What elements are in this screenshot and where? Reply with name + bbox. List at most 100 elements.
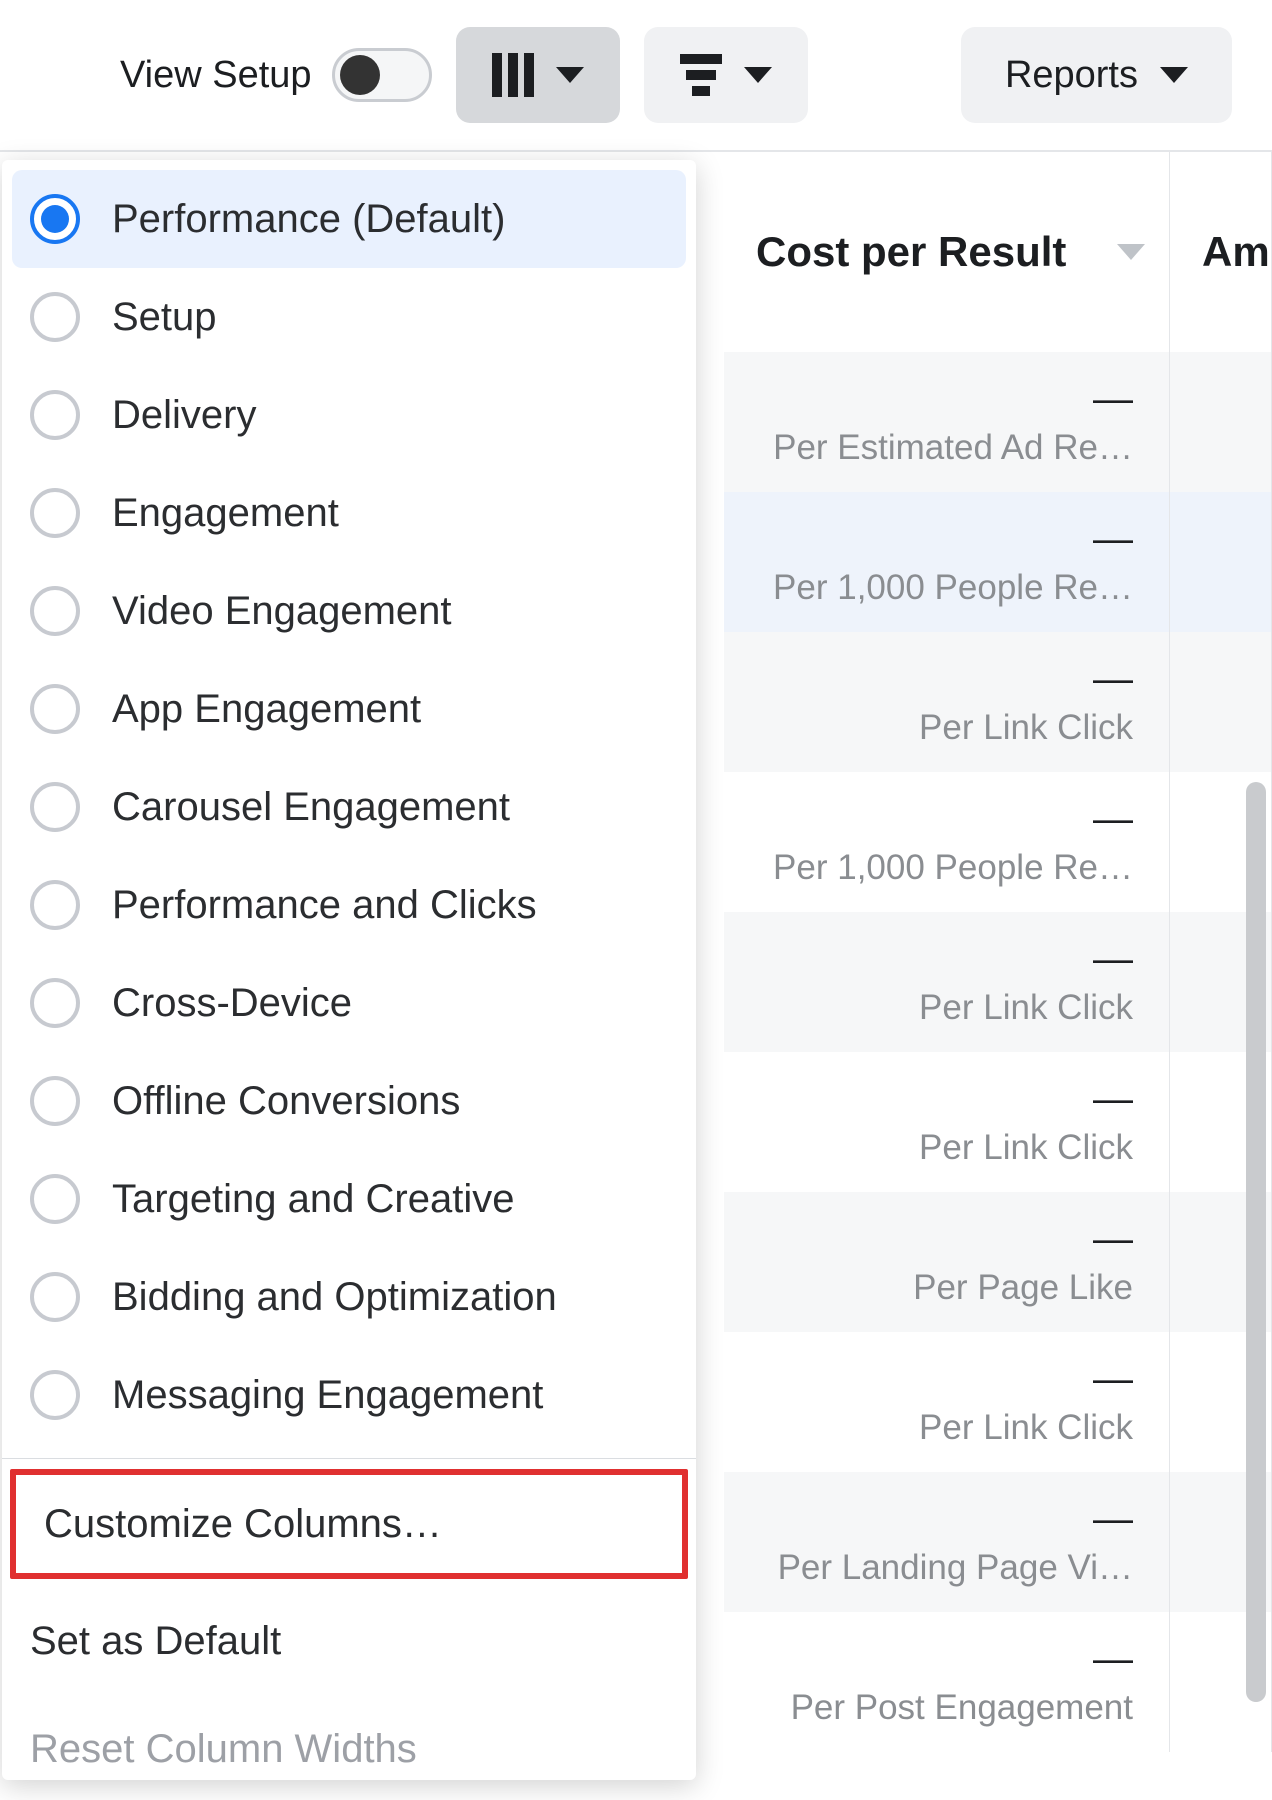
column-header-cost[interactable]: Cost per Result bbox=[724, 152, 1170, 352]
cell-value: — bbox=[1093, 377, 1133, 422]
column-preset-item[interactable]: Performance and Clicks bbox=[12, 856, 686, 954]
radio-icon bbox=[30, 880, 80, 930]
column-preset-list: Performance (Default) Setup Delivery Engage… bbox=[2, 160, 696, 1444]
set-as-default-action[interactable]: Set as Default bbox=[2, 1587, 696, 1695]
radio-icon bbox=[30, 1174, 80, 1224]
cell-subtext: Per 1,000 People Re… bbox=[773, 848, 1133, 888]
cell-value: — bbox=[1093, 1077, 1133, 1122]
cell-cost-per-result: — Per Link Click bbox=[724, 1332, 1170, 1472]
cell-cost-per-result: — Per Page Like bbox=[724, 1192, 1170, 1332]
breakdown-icon bbox=[680, 54, 722, 96]
column-preset-label: Engagement bbox=[112, 491, 339, 536]
column-preset-item[interactable]: Setup bbox=[12, 268, 686, 366]
column-preset-item[interactable]: Performance (Default) bbox=[12, 170, 686, 268]
column-preset-label: App Engagement bbox=[112, 687, 421, 732]
reset-column-widths-label: Reset Column Widths bbox=[30, 1727, 417, 1772]
view-setup-label: View Setup bbox=[120, 54, 312, 97]
scrollbar-track[interactable] bbox=[1246, 512, 1266, 1800]
cell-value: — bbox=[1093, 797, 1133, 842]
scrollbar-thumb[interactable] bbox=[1246, 782, 1266, 1702]
radio-icon bbox=[30, 978, 80, 1028]
cell-subtext: Per Link Click bbox=[919, 1128, 1133, 1168]
cell-subtext: Per Link Click bbox=[919, 1408, 1133, 1448]
column-preset-label: Bidding and Optimization bbox=[112, 1275, 557, 1320]
column-preset-item[interactable]: Video Engagement bbox=[12, 562, 686, 660]
column-preset-item[interactable]: Cross-Device bbox=[12, 954, 686, 1052]
column-preset-label: Messaging Engagement bbox=[112, 1373, 543, 1418]
column-header-label: Am bbox=[1202, 228, 1270, 276]
column-header-amount[interactable]: Am bbox=[1170, 152, 1272, 352]
cell-amount bbox=[1170, 352, 1272, 492]
column-preset-label: Carousel Engagement bbox=[112, 785, 510, 830]
reports-button[interactable]: Reports bbox=[961, 27, 1232, 123]
radio-icon bbox=[30, 1076, 80, 1126]
cell-cost-per-result: — Per 1,000 People Re… bbox=[724, 492, 1170, 632]
columns-icon bbox=[492, 53, 534, 97]
chevron-down-icon bbox=[744, 67, 772, 83]
cell-cost-per-result: — Per Link Click bbox=[724, 632, 1170, 772]
radio-icon bbox=[30, 194, 80, 244]
column-preset-item[interactable]: Targeting and Creative bbox=[12, 1150, 686, 1248]
column-preset-item[interactable]: Bidding and Optimization bbox=[12, 1248, 686, 1346]
customize-columns-label: Customize Columns… bbox=[44, 1502, 442, 1547]
column-preset-item[interactable]: Messaging Engagement bbox=[12, 1346, 686, 1444]
cell-subtext: Per Link Click bbox=[919, 988, 1133, 1028]
breakdown-button[interactable] bbox=[644, 27, 808, 123]
divider bbox=[2, 1458, 696, 1459]
radio-icon bbox=[30, 390, 80, 440]
column-preset-label: Setup bbox=[112, 295, 217, 340]
cell-subtext: Per Page Like bbox=[913, 1268, 1133, 1308]
top-toolbar: View Setup Reports bbox=[0, 0, 1272, 152]
radio-icon bbox=[30, 782, 80, 832]
cell-value: — bbox=[1093, 937, 1133, 982]
cell-cost-per-result: — Per Link Click bbox=[724, 912, 1170, 1052]
column-preset-label: Performance (Default) bbox=[112, 197, 505, 242]
radio-icon bbox=[30, 292, 80, 342]
cell-value: — bbox=[1093, 1357, 1133, 1402]
radio-icon bbox=[30, 1272, 80, 1322]
view-setup-control[interactable]: View Setup bbox=[120, 48, 432, 102]
toggle-knob bbox=[340, 55, 380, 95]
set-as-default-label: Set as Default bbox=[30, 1619, 281, 1664]
view-setup-toggle[interactable] bbox=[332, 48, 432, 102]
cell-subtext: Per Link Click bbox=[919, 708, 1133, 748]
cell-cost-per-result: — Per Post Engagement bbox=[724, 1612, 1170, 1752]
cell-cost-per-result: — Per Landing Page Vi… bbox=[724, 1472, 1170, 1612]
column-preset-item[interactable]: Delivery bbox=[12, 366, 686, 464]
columns-button[interactable] bbox=[456, 27, 620, 123]
radio-icon bbox=[30, 488, 80, 538]
radio-icon bbox=[30, 586, 80, 636]
chevron-down-icon bbox=[1160, 67, 1188, 83]
column-preset-label: Targeting and Creative bbox=[112, 1177, 514, 1222]
cell-value: — bbox=[1093, 657, 1133, 702]
column-preset-label: Performance and Clicks bbox=[112, 883, 537, 928]
reports-label: Reports bbox=[1005, 54, 1138, 97]
radio-icon bbox=[30, 684, 80, 734]
chevron-down-icon bbox=[556, 67, 584, 83]
cell-value: — bbox=[1093, 1637, 1133, 1682]
column-preset-label: Delivery bbox=[112, 393, 256, 438]
cell-cost-per-result: — Per Link Click bbox=[724, 1052, 1170, 1192]
column-preset-item[interactable]: Engagement bbox=[12, 464, 686, 562]
radio-icon bbox=[30, 1370, 80, 1420]
column-preset-item[interactable]: Offline Conversions bbox=[12, 1052, 686, 1150]
columns-dropdown: Performance (Default) Setup Delivery Engage… bbox=[2, 160, 696, 1780]
cell-value: — bbox=[1093, 1497, 1133, 1542]
cell-subtext: Per Landing Page Vi… bbox=[778, 1548, 1133, 1588]
column-preset-item[interactable]: Carousel Engagement bbox=[12, 758, 686, 856]
column-preset-label: Cross-Device bbox=[112, 981, 352, 1026]
sort-icon[interactable] bbox=[1117, 244, 1145, 260]
column-preset-label: Video Engagement bbox=[112, 589, 452, 634]
cell-subtext: Per 1,000 People Re… bbox=[773, 568, 1133, 608]
customize-columns-action[interactable]: Customize Columns… bbox=[10, 1469, 688, 1579]
cell-subtext: Per Estimated Ad Re… bbox=[773, 428, 1133, 468]
cell-subtext: Per Post Engagement bbox=[791, 1688, 1133, 1728]
reset-column-widths-action[interactable]: Reset Column Widths bbox=[2, 1695, 696, 1780]
cell-value: — bbox=[1093, 1217, 1133, 1262]
cell-cost-per-result: — Per 1,000 People Re… bbox=[724, 772, 1170, 912]
cell-value: — bbox=[1093, 517, 1133, 562]
column-preset-label: Offline Conversions bbox=[112, 1079, 460, 1124]
column-header-label: Cost per Result bbox=[756, 228, 1066, 276]
column-preset-item[interactable]: App Engagement bbox=[12, 660, 686, 758]
cell-cost-per-result: — Per Estimated Ad Re… bbox=[724, 352, 1170, 492]
